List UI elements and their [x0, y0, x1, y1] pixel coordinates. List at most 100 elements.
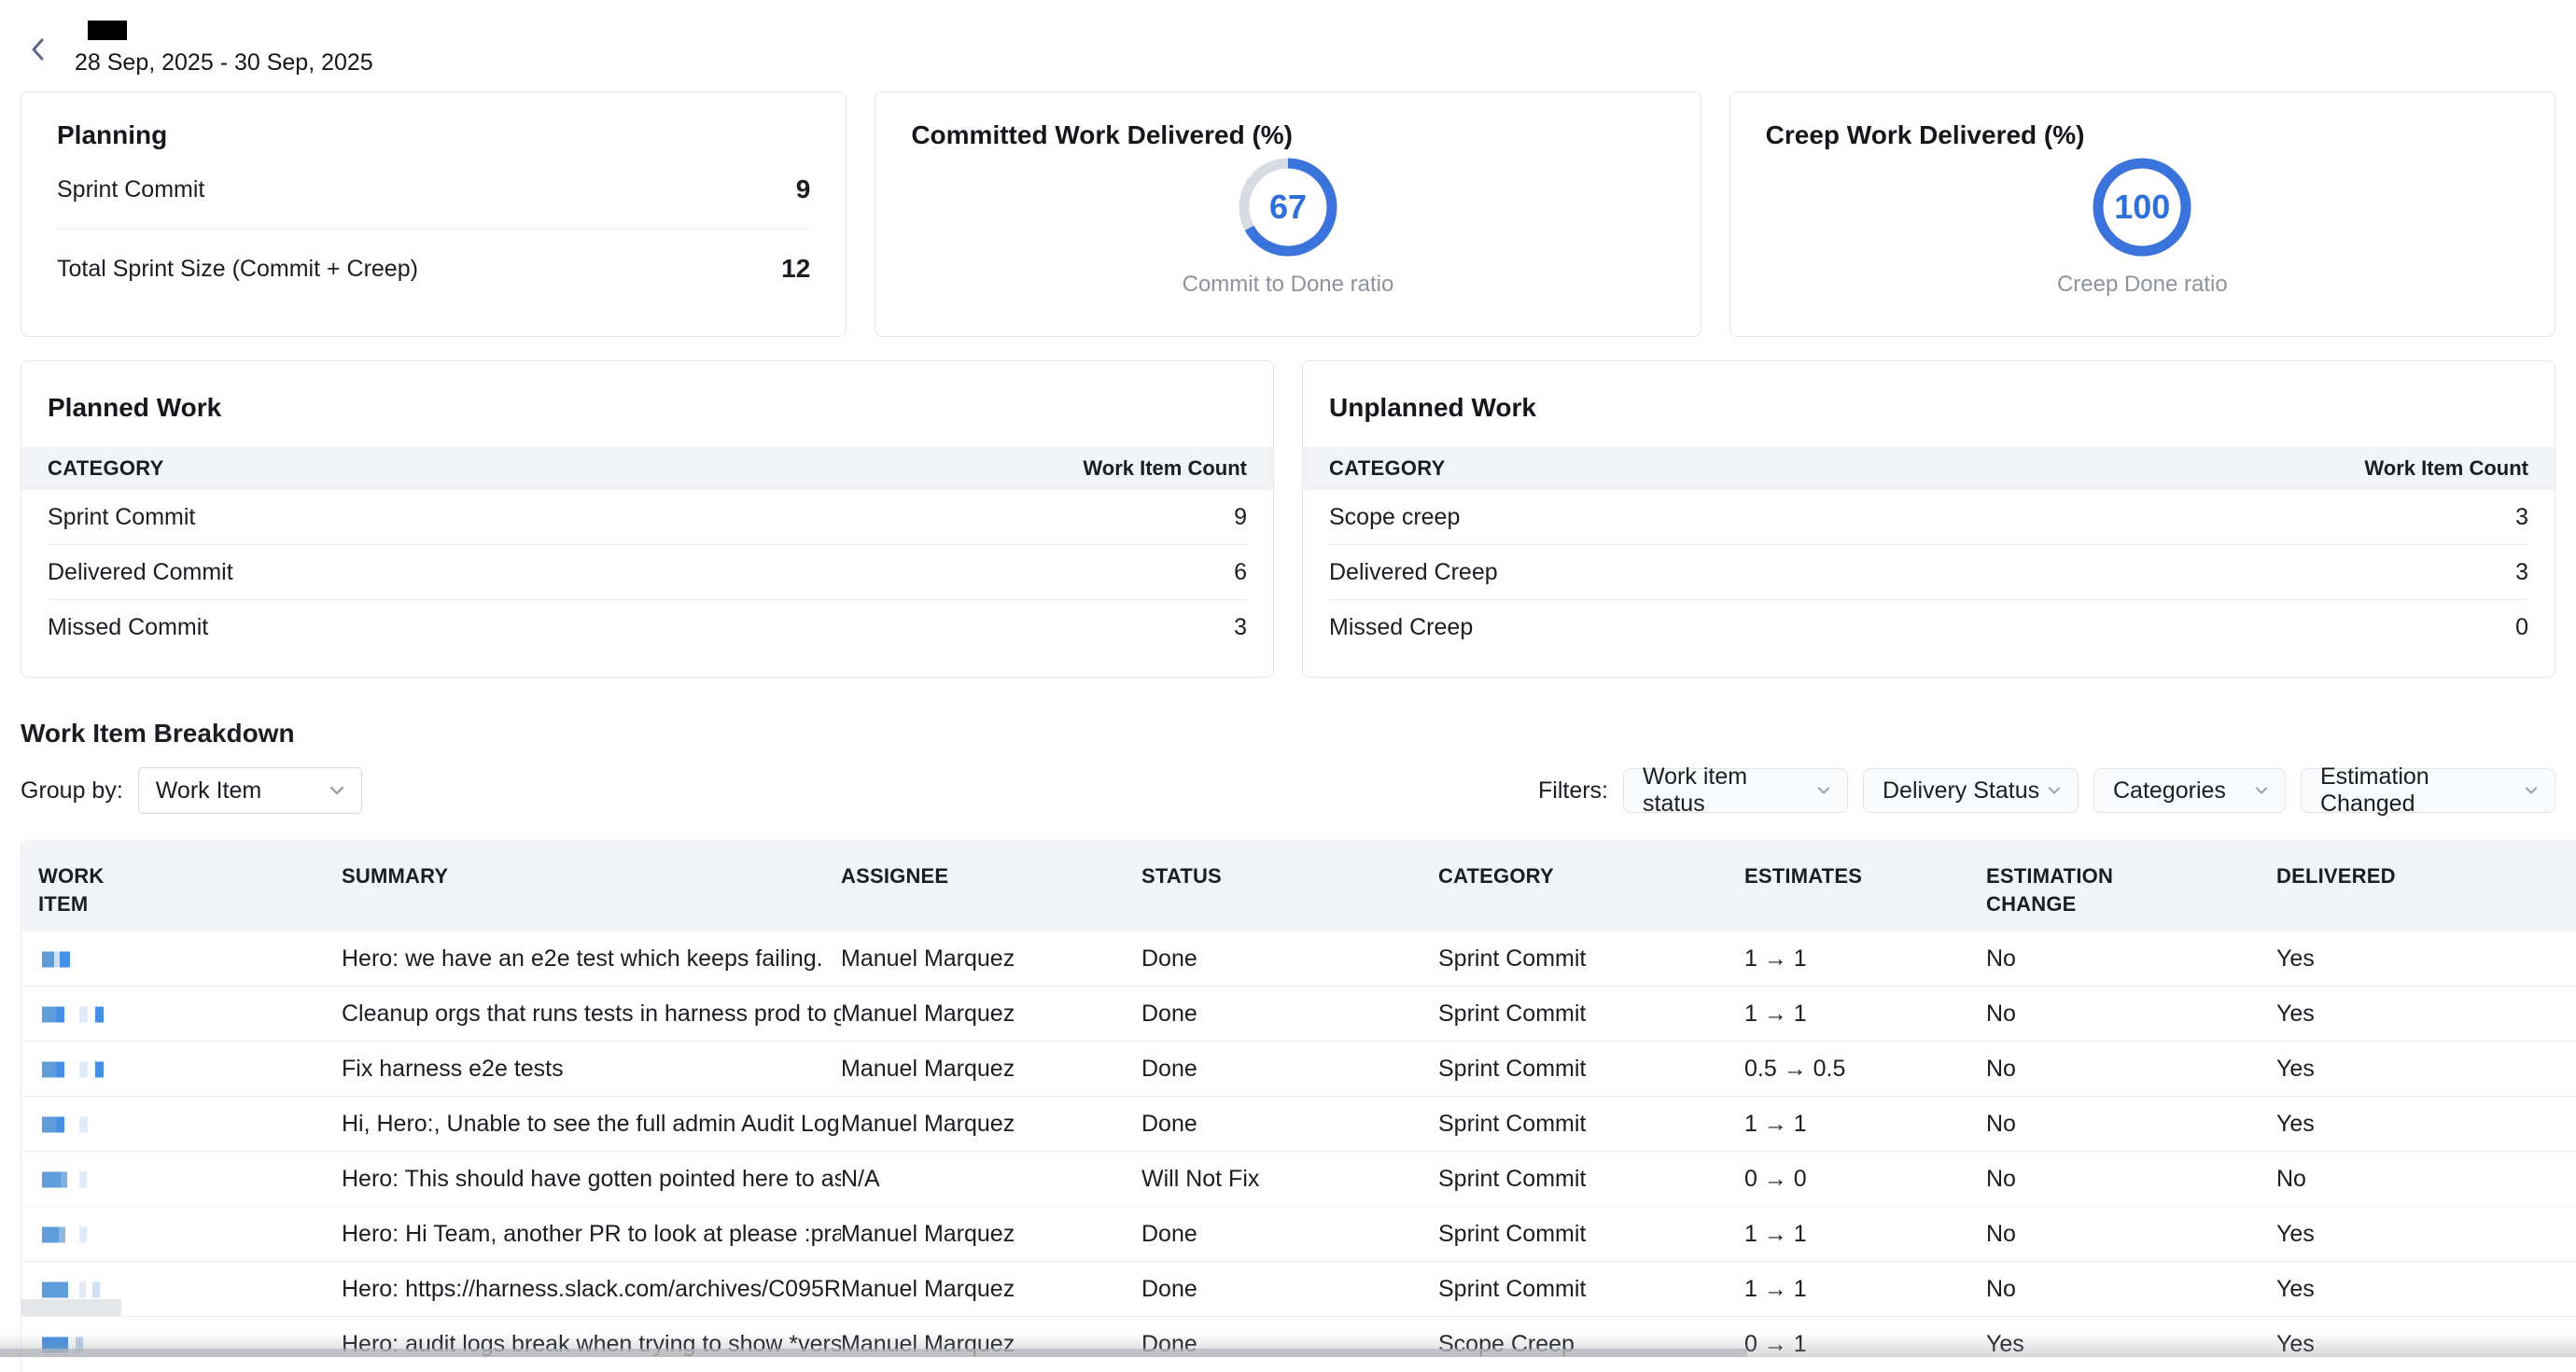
- breakdown-title: Work Item Breakdown: [21, 719, 2555, 749]
- delivered-cell: Yes: [2276, 1221, 2576, 1248]
- group-by-select[interactable]: Work Item: [138, 767, 362, 814]
- redacted-work-item-id: [42, 1116, 56, 1132]
- delivered-cell: Yes: [2276, 1111, 2576, 1138]
- assignee-cell: Manuel Marquez: [841, 1276, 1141, 1303]
- estimation-change-cell: No: [1986, 945, 2276, 973]
- column-header-assignee: ASSIGNEE: [841, 862, 1141, 931]
- estimation-change-cell: No: [1986, 1221, 2276, 1248]
- filter-label: Work item status: [1643, 763, 1815, 818]
- filter-label: Categories: [2113, 777, 2226, 805]
- redacted-blur: [21, 1299, 121, 1316]
- chevron-left-icon: [26, 35, 50, 63]
- redacted-work-item-id: [59, 1226, 65, 1242]
- redacted-work-item-id: [92, 1281, 100, 1297]
- planned-work-card: Planned Work CATEGORY Work Item Count Sp…: [21, 360, 1274, 678]
- summary-cell: Hero: we have an e2e test which keeps fa…: [342, 945, 841, 973]
- category-column-header: CATEGORY: [48, 456, 164, 481]
- status-cell: Will Not Fix: [1141, 1166, 1438, 1193]
- assignee-cell: Manuel Marquez: [841, 1221, 1141, 1248]
- table-row[interactable]: Hero: we have an e2e test which keeps fa…: [21, 931, 2576, 987]
- filter-delivery-status[interactable]: Delivery Status: [1863, 768, 2079, 813]
- category-cell: Missed Commit: [48, 614, 208, 641]
- table-row: Sprint Commit 9: [48, 490, 1247, 545]
- assignee-cell: Manuel Marquez: [841, 945, 1141, 973]
- status-cell: Done: [1141, 1056, 1438, 1083]
- filter-categories[interactable]: Categories: [2093, 768, 2286, 813]
- category-cell: Scope Creep: [1438, 1331, 1744, 1358]
- summary-cell: Hero: This should have gotten pointed he…: [342, 1166, 841, 1193]
- summary-cell: Fix harness e2e tests: [342, 1056, 841, 1083]
- summary-cell: Hero: audit logs break when trying to sh…: [342, 1331, 841, 1358]
- category-cell: Sprint Commit: [1438, 1056, 1744, 1083]
- table-row[interactable]: Hero: This should have gotten pointed he…: [21, 1152, 2576, 1207]
- committed-percent-value: 67: [1239, 158, 1337, 257]
- chevron-down-icon: [2253, 785, 2270, 796]
- delivered-cell: Yes: [2276, 945, 2576, 973]
- table-row[interactable]: Cleanup orgs that runs tests in harness …: [21, 987, 2576, 1042]
- work-item-cell: [38, 1317, 342, 1372]
- filter-label: Delivery Status: [1883, 777, 2039, 805]
- chevron-down-icon: [2046, 785, 2063, 796]
- redacted-work-item-id: [76, 1337, 83, 1352]
- table-row[interactable]: Hero: audit logs break when trying to sh…: [21, 1317, 2576, 1372]
- creep-percent-value: 100: [2093, 158, 2191, 257]
- assignee-cell: Manuel Marquez: [841, 1056, 1141, 1083]
- redacted-work-item-id: [42, 1226, 59, 1242]
- column-header-estimates: ESTIMATES: [1744, 862, 1986, 931]
- report-header: 28 Sep, 2025 - 30 Sep, 2025: [21, 0, 2555, 82]
- category-cell: Sprint Commit: [1438, 945, 1744, 973]
- column-header-estimation-change: ESTIMATION CHANGE: [1986, 862, 2145, 931]
- table-row[interactable]: Hi, Hero:, Unable to see the full admin …: [21, 1097, 2576, 1152]
- category-cell: Sprint Commit: [48, 504, 195, 531]
- table-row[interactable]: Hero: Hi Team, another PR to look at ple…: [21, 1207, 2576, 1262]
- redacted-work-item-id: [42, 1171, 61, 1187]
- column-header-summary: SUMMARY: [342, 862, 841, 931]
- unplanned-work-title: Unplanned Work: [1303, 361, 2555, 447]
- work-item-cell: [38, 1207, 342, 1262]
- delivered-cell: Yes: [2276, 1331, 2576, 1358]
- delivered-cell: No: [2276, 1166, 2576, 1193]
- category-cell: Sprint Commit: [1438, 1111, 1744, 1138]
- redacted-work-item-id: [56, 1006, 64, 1022]
- delivered-cell: Yes: [2276, 1001, 2576, 1028]
- filter-estimation-changed[interactable]: Estimation Changed: [2301, 768, 2555, 813]
- redacted-work-item-id: [95, 1006, 104, 1022]
- category-cell: Sprint Commit: [1438, 1166, 1744, 1193]
- redacted-work-item-id: [56, 1061, 64, 1077]
- creep-donut-gauge: 100: [2093, 158, 2191, 257]
- estimation-change-cell: No: [1986, 1111, 2276, 1138]
- category-column-header: CATEGORY: [1329, 456, 1446, 481]
- summary-cell: Hero: https://harness.slack.com/archives…: [342, 1276, 841, 1303]
- back-button[interactable]: [26, 35, 50, 68]
- redacted-work-item-id: [79, 1061, 88, 1077]
- count-cell: 6: [1234, 559, 1247, 586]
- estimates-cell: 1 → 1: [1744, 1221, 1986, 1248]
- sprint-date-range: 28 Sep, 2025 - 30 Sep, 2025: [75, 49, 373, 77]
- filter-work-item-status[interactable]: Work item status: [1623, 768, 1848, 813]
- status-cell: Done: [1141, 1276, 1438, 1303]
- estimates-cell: 0 → 1: [1744, 1331, 1986, 1358]
- unplanned-work-header: CATEGORY Work Item Count: [1303, 447, 2555, 490]
- estimation-change-cell: No: [1986, 1166, 2276, 1193]
- estimation-change-cell: No: [1986, 1276, 2276, 1303]
- table-row[interactable]: Fix harness e2e testsManuel MarquezDoneS…: [21, 1042, 2576, 1097]
- count-cell: 9: [1234, 504, 1247, 531]
- category-cell: Delivered Creep: [1329, 559, 1498, 586]
- redacted-work-item-id: [79, 1281, 86, 1297]
- planning-card-title: Planning: [57, 120, 810, 150]
- delivered-cell: Yes: [2276, 1056, 2576, 1083]
- table-row: Scope creep3: [1329, 490, 2528, 545]
- summary-cell: Cleanup orgs that runs tests in harness …: [342, 1001, 841, 1028]
- table-row[interactable]: Hero: https://harness.slack.com/archives…: [21, 1262, 2576, 1317]
- assignee-cell: Manuel Marquez: [841, 1001, 1141, 1028]
- category-cell: Sprint Commit: [1438, 1276, 1744, 1303]
- committed-work-card: Committed Work Delivered (%) 67 Commit t…: [875, 91, 1701, 337]
- chevron-down-icon: [1815, 785, 1832, 796]
- chevron-down-icon: [328, 784, 346, 797]
- metric-label: Sprint Commit: [57, 176, 204, 203]
- category-cell: Sprint Commit: [1438, 1001, 1744, 1028]
- work-item-cell: [38, 1097, 342, 1152]
- summary-cell: Hero: Hi Team, another PR to look at ple…: [342, 1221, 841, 1248]
- assignee-cell: N/A: [841, 1166, 1141, 1193]
- status-cell: Done: [1141, 1331, 1438, 1358]
